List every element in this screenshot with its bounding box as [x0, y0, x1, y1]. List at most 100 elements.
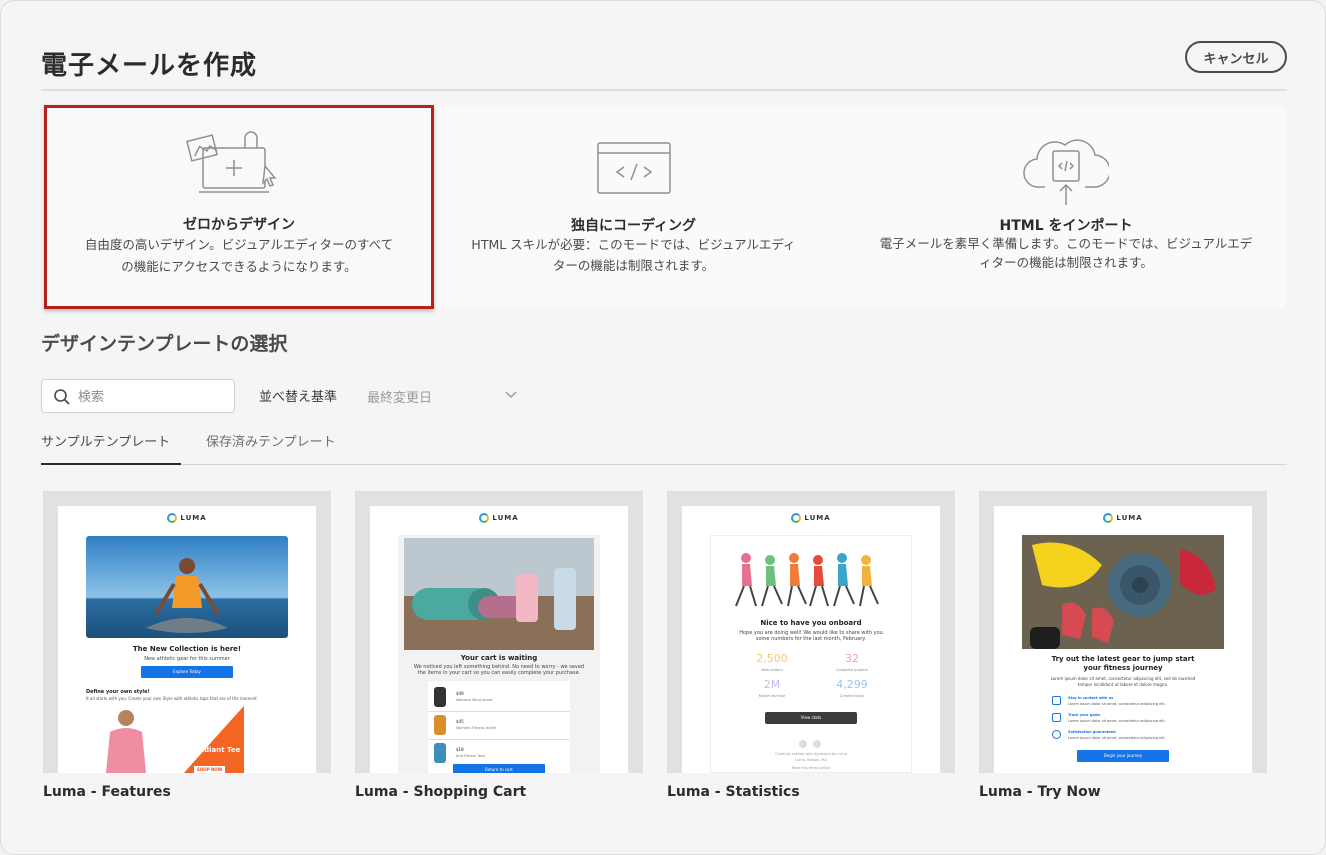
- brand-text: LUMA: [1116, 514, 1143, 522]
- item-price: $45: [456, 719, 464, 724]
- return-to-cart-button: Return to cart: [453, 764, 545, 773]
- mode-description-line2: の機能にアクセスできるようになります。: [121, 259, 357, 274]
- chevron-down-icon: [505, 391, 517, 399]
- cloud-upload-icon: [1023, 139, 1109, 205]
- brand-text: LUMA: [492, 514, 519, 522]
- template-headline: Nice to have you onboard: [760, 619, 862, 627]
- mode-title: 独自にコーディング: [570, 218, 697, 234]
- item-divider: [428, 739, 570, 740]
- chat-icon: [1052, 696, 1061, 705]
- item-price: $49: [456, 691, 464, 696]
- begin-journey-button: Begin your journey: [1077, 750, 1169, 762]
- template-card-features[interactable]: LUMA The New Collection is here! New ath…: [43, 491, 331, 773]
- tab-saved-templates[interactable]: 保存済みテンプレート: [206, 431, 336, 450]
- template-card-shopping-cart[interactable]: LUMA Your cart is waiting We noticed you…: [355, 491, 643, 773]
- feature-text: Lorem ipsum dolor sit amet, consectetur …: [1068, 719, 1166, 723]
- template-preview: LUMA Your cart is waiting We noticed you…: [370, 506, 628, 773]
- sort-value: 最終変更日: [367, 391, 433, 406]
- luma-logo-icon: [1103, 513, 1114, 523]
- mode-title: ゼロからデザイン: [183, 217, 295, 233]
- mode-import-html[interactable]: HTML をインポート 電子メールを素早く準備します。このモードでは、ビジュアル…: [861, 107, 1271, 307]
- template-subtitle: Lorem ipsum dolor sit amet, consectetur …: [1050, 676, 1196, 687]
- template-subtitle: New athletic gear for this summer: [144, 656, 230, 662]
- cart-items: $49 Womens Wind Jacket $45 Womens Fitnes…: [428, 681, 570, 773]
- goal-icon: [1052, 713, 1061, 722]
- create-email-dialog: 電子メールを作成 キャンセル ゼロからデザイン 自由度の高いデザイン。ビジュアル…: [0, 0, 1326, 855]
- twitter-icon: [813, 740, 821, 748]
- luma-logo-icon: [167, 513, 178, 523]
- template-card-statistics[interactable]: LUMA Nice to have you onboard Hope you a…: [667, 491, 955, 773]
- footer-address: Luma, Boston, MA: [795, 758, 827, 762]
- item-thumbnail: [434, 715, 446, 735]
- template-card-try-now[interactable]: LUMA Try out the latest gear to jump sta…: [979, 491, 1267, 773]
- item-price: $18: [456, 747, 464, 752]
- yoga-photo: [86, 536, 288, 638]
- stat-value: 4,299: [836, 678, 868, 691]
- stat-label: Created tasks: [839, 694, 865, 698]
- template-preview: LUMA Nice to have you onboard Hope you a…: [682, 506, 940, 773]
- mode-title: HTML をインポート: [999, 218, 1133, 234]
- feature-text: Lorem ipsum dolor sit amet, consectetur …: [1068, 736, 1166, 740]
- template-headline: Try out the latest gear to jump start yo…: [1051, 655, 1195, 672]
- stat-label: Complete projects: [836, 668, 868, 672]
- sort-dropdown[interactable]: 最終変更日: [363, 379, 523, 413]
- guarantee-icon: [1052, 730, 1061, 739]
- explore-button: Explore Today: [141, 666, 233, 678]
- mode-code-your-own[interactable]: 独自にコーディング HTML スキルが必要：このモードでは、ビジュアルエディ タ…: [441, 107, 826, 307]
- search-field[interactable]: [41, 379, 235, 413]
- promo-new: NEW: [194, 738, 213, 745]
- tee-photo: [86, 706, 166, 773]
- mode-design-from-scratch[interactable]: ゼロからデザイン 自由度の高いデザイン。ビジュアルエディターのすべて の機能にア…: [44, 105, 434, 309]
- item-thumbnail: [434, 743, 446, 763]
- luma-logo: LUMA: [994, 513, 1252, 523]
- template-headline: The New Collection is here!: [132, 645, 242, 653]
- luma-logo-icon: [791, 513, 802, 523]
- template-subtitle: We noticed you left something behind. No…: [413, 664, 585, 676]
- item-thumbnail: [434, 687, 446, 707]
- sort-label: 並べ替え基準: [259, 390, 338, 405]
- yoga-mats-photo: [404, 538, 594, 650]
- item-name: Aria Fitness Tank: [456, 754, 486, 758]
- mode-description-line2: ターの機能は制限されます。: [552, 258, 715, 273]
- search-input[interactable]: [78, 386, 228, 408]
- promo-banner: [184, 706, 244, 773]
- feature-title: Stay in contact with us: [1068, 696, 1114, 700]
- section-title: デザインテンプレートの選択: [41, 333, 288, 355]
- feature-title: Track your goals: [1068, 713, 1101, 717]
- tab-sample-templates[interactable]: サンプルテンプレート: [41, 431, 170, 450]
- luma-logo: LUMA: [58, 513, 316, 523]
- runners-illustration: [735, 553, 879, 607]
- luma-logo-icon: [479, 513, 490, 523]
- item-name: Womens Wind Jacket: [456, 698, 493, 702]
- luma-logo: LUMA: [682, 513, 940, 523]
- page-title: 電子メールを作成: [41, 51, 258, 81]
- divider: [41, 89, 1287, 91]
- mode-description-line2: ィターの機能は制限されます。: [979, 255, 1153, 270]
- luma-logo: LUMA: [370, 513, 628, 523]
- stat-label: Month revenue: [758, 694, 786, 698]
- promo-button: SHOP NOW: [194, 766, 226, 773]
- view-stats-button: View stats: [765, 712, 857, 724]
- search-icon: [54, 389, 70, 405]
- template-headline: Your cart is waiting: [460, 654, 538, 662]
- section-text: It all starts with you. Create your own …: [86, 696, 257, 701]
- template-subtitle: Hope you are doing well! We would like t…: [739, 630, 883, 642]
- footer-credit: Carefully crafted with dynamics by Luma: [775, 752, 847, 756]
- stat-label: New visitors: [761, 668, 783, 672]
- brand-text: LUMA: [180, 514, 207, 522]
- template-name: Luma - Shopping Cart: [355, 784, 527, 800]
- template-preview: LUMA The New Collection is here! New ath…: [58, 506, 316, 773]
- stat-value: 2M: [763, 678, 781, 691]
- template-name: Luma - Try Now: [979, 784, 1101, 800]
- cancel-button[interactable]: キャンセル: [1185, 41, 1287, 73]
- item-divider: [428, 711, 570, 712]
- mode-description-line1: HTML スキルが必要：このモードでは、ビジュアルエディ: [471, 237, 796, 252]
- design-from-scratch-icon: [186, 131, 277, 193]
- feature-title: Satisfaction guaranteed: [1068, 730, 1116, 734]
- mode-description-line1: 電子メールを素早く準備します。このモードでは、ビジュアルエデ: [879, 236, 1253, 251]
- template-name: Luma - Features: [43, 784, 171, 800]
- stat-value: 2,500: [756, 652, 788, 665]
- template-name: Luma - Statistics: [667, 784, 800, 800]
- promo-name: Radiant Tee: [194, 746, 241, 754]
- design-mode-panel: ゼロからデザイン 自由度の高いデザイン。ビジュアルエディターのすべて の機能にア…: [41, 105, 1287, 309]
